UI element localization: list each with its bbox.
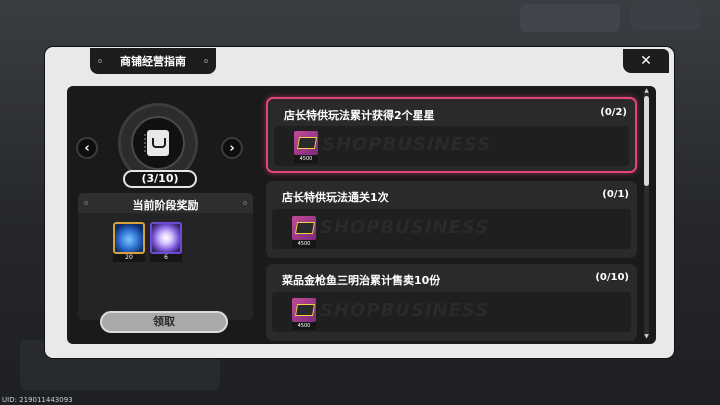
ticket-icon — [294, 131, 318, 155]
claim-button[interactable]: 领取 — [100, 311, 228, 333]
reward-count: 4500 — [292, 322, 316, 330]
chevron-left-icon: ‹ — [84, 140, 90, 156]
chevron-right-icon: › — [229, 140, 235, 156]
prev-stage-button[interactable]: ‹ — [76, 137, 98, 159]
task-title: 店长特供玩法通关1次 — [282, 191, 389, 204]
stage-rewards-header: 当前阶段奖励 — [78, 193, 253, 213]
scroll-up-icon[interactable]: ▲ — [643, 88, 650, 94]
reward-count: 4500 — [292, 240, 316, 248]
stage-rewards-title: 当前阶段奖励 — [132, 199, 199, 212]
next-stage-button[interactable]: › — [221, 137, 243, 159]
watermark-text: SHOPBUSINESS — [320, 300, 490, 321]
scroll-down-icon[interactable]: ▼ — [643, 334, 650, 340]
reward-count: 20 — [113, 254, 145, 262]
decor-dot — [243, 201, 247, 205]
dialog-title: 商铺经营指南 — [120, 55, 186, 68]
user-id: UID: 219011443093 — [2, 396, 73, 404]
task-reward-item[interactable]: 4500 — [294, 131, 318, 163]
task-reward-item[interactable]: 4500 — [292, 298, 316, 330]
stage-progress: (3/10) — [123, 170, 197, 188]
blue-orb-icon — [113, 222, 145, 254]
purple-orb-icon — [150, 222, 182, 254]
close-icon: ✕ — [640, 53, 652, 69]
background-shape — [630, 6, 700, 30]
task-progress: (0/1) — [602, 189, 629, 200]
task-progress: (0/10) — [595, 272, 629, 283]
task-card[interactable]: 店长特供玩法累计获得2个星星 (0/2) SHOPBUSINESS 4500 — [266, 97, 637, 173]
task-title: 菜品金枪鱼三明治累计售卖10份 — [282, 274, 441, 287]
task-reward-strip: SHOPBUSINESS — [272, 209, 631, 249]
reward-item[interactable]: 6 — [150, 222, 182, 262]
background-shape — [520, 4, 620, 32]
task-progress: (0/2) — [600, 107, 627, 118]
watermark-text: SHOPBUSINESS — [320, 217, 490, 238]
ticket-icon — [292, 298, 316, 322]
task-card[interactable]: 菜品金枪鱼三明治累计售卖10份 (0/10) SHOPBUSINESS 4500 — [266, 264, 637, 341]
watermark-text: SHOPBUSINESS — [322, 134, 492, 155]
decor-dot — [204, 59, 208, 63]
close-button[interactable]: ✕ — [623, 49, 669, 73]
task-reward-item[interactable]: 4500 — [292, 216, 316, 248]
reward-count: 4500 — [294, 155, 318, 163]
coffee-cup-icon — [152, 138, 166, 148]
task-reward-strip: SHOPBUSINESS — [272, 292, 631, 332]
ticket-icon — [292, 216, 316, 240]
task-title: 店长特供玩法累计获得2个星星 — [284, 109, 435, 122]
title-tab: 商铺经营指南 — [90, 48, 216, 74]
scrollbar-thumb[interactable] — [644, 96, 649, 186]
task-reward-strip: SHOPBUSINESS — [274, 126, 629, 166]
reward-item[interactable]: 20 — [113, 222, 145, 262]
reward-count: 6 — [150, 254, 182, 262]
task-card[interactable]: 店长特供玩法通关1次 (0/1) SHOPBUSINESS 4500 — [266, 181, 637, 258]
